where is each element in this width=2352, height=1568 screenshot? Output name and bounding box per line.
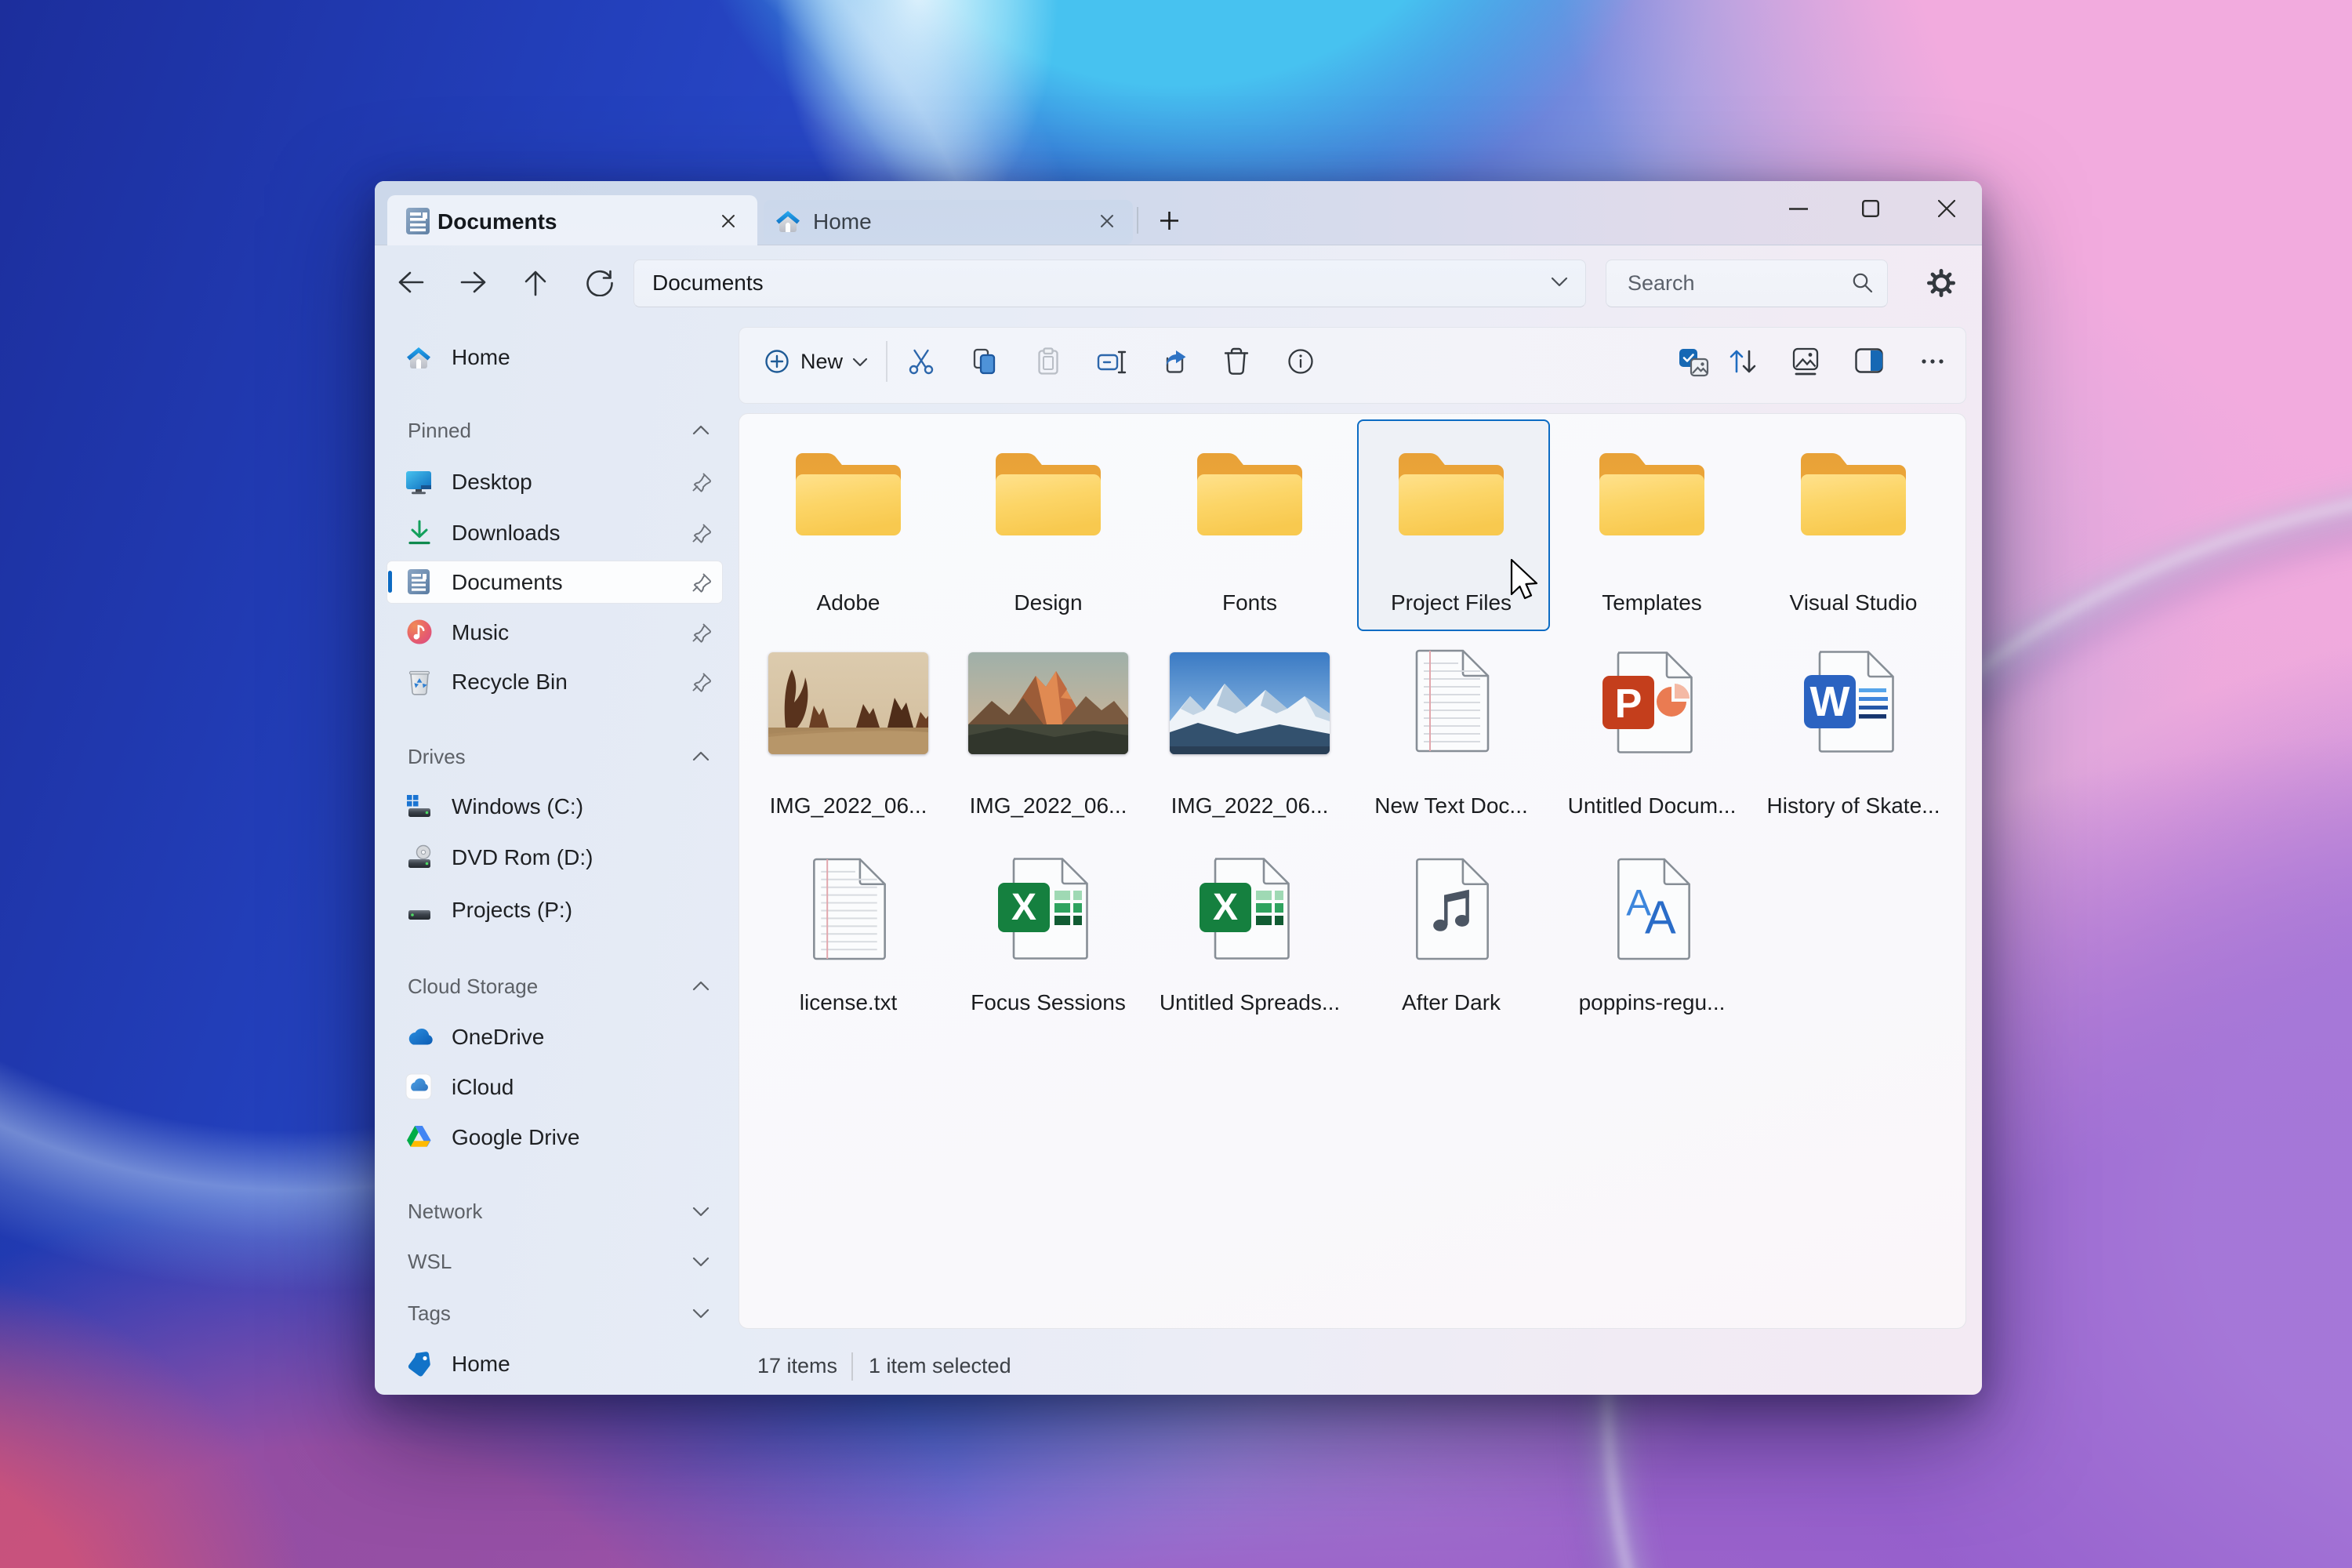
svg-text:W: W xyxy=(1810,678,1850,725)
svg-text:P: P xyxy=(1615,681,1642,727)
svg-text:X: X xyxy=(1011,887,1036,928)
svg-text:X: X xyxy=(1213,887,1238,928)
svg-text:A: A xyxy=(1645,891,1676,943)
